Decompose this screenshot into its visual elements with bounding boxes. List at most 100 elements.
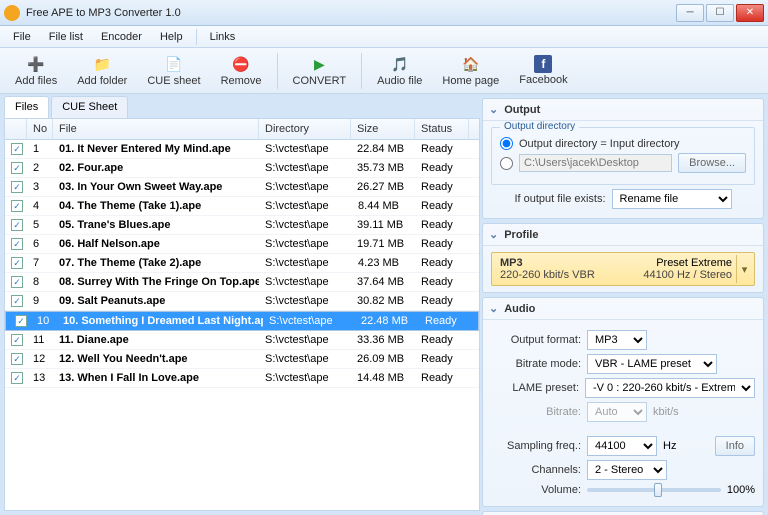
table-row[interactable]: ✓707. The Theme (Take 2).apeS:\vctest\ap… xyxy=(5,254,479,273)
row-status: Ready xyxy=(415,236,469,252)
row-size: 19.71 MB xyxy=(351,236,415,252)
remove-label: Remove xyxy=(221,75,262,87)
facebook-button[interactable]: fFacebook xyxy=(510,51,576,91)
table-row[interactable]: ✓606. Half Nelson.apeS:\vctest\ape19.71 … xyxy=(5,235,479,254)
volume-slider[interactable] xyxy=(587,488,721,492)
audio-header[interactable]: ⌄Audio xyxy=(483,298,763,320)
row-checkbox[interactable]: ✓ xyxy=(5,179,27,196)
sampling-label: Sampling freq.: xyxy=(491,440,581,452)
row-no: 3 xyxy=(27,179,53,195)
add-folder-icon: 📁 xyxy=(92,54,112,74)
menu-encoder[interactable]: Encoder xyxy=(92,28,151,46)
output-custom-radio[interactable] xyxy=(500,157,513,170)
file-grid[interactable]: No File Directory Size Status ✓101. It N… xyxy=(4,118,480,511)
row-checkbox[interactable]: ✓ xyxy=(5,217,27,234)
table-row[interactable]: ✓505. Trane's Blues.apeS:\vctest\ape39.1… xyxy=(5,216,479,235)
row-file: 07. The Theme (Take 2).ape xyxy=(53,255,259,271)
tab-cue-sheet[interactable]: CUE Sheet xyxy=(51,96,128,118)
menu-links[interactable]: Links xyxy=(201,28,245,46)
row-size: 26.27 MB xyxy=(351,179,415,195)
home-page-button[interactable]: 🏠Home page xyxy=(433,51,508,91)
table-row[interactable]: ✓1212. Well You Needn't.apeS:\vctest\ape… xyxy=(5,350,479,369)
row-no: 12 xyxy=(27,351,53,367)
table-row[interactable]: ✓101. It Never Entered My Mind.apeS:\vct… xyxy=(5,140,479,159)
row-checkbox[interactable]: ✓ xyxy=(5,274,27,291)
window-title: Free APE to MP3 Converter 1.0 xyxy=(26,7,676,19)
table-row[interactable]: ✓303. In Your Own Sweet Way.apeS:\vctest… xyxy=(5,178,479,197)
row-checkbox[interactable]: ✓ xyxy=(5,236,27,253)
row-checkbox[interactable]: ✓ xyxy=(5,141,27,158)
close-button[interactable]: ✕ xyxy=(736,4,764,22)
profile-sample: 44100 Hz / Stereo xyxy=(643,269,732,281)
home-page-label: Home page xyxy=(442,75,499,87)
slider-thumb[interactable] xyxy=(654,483,662,497)
row-file: 05. Trane's Blues.ape xyxy=(53,217,259,233)
menu-file[interactable]: File xyxy=(4,28,40,46)
table-row[interactable]: ✓1313. When I Fall In Love.apeS:\vctest\… xyxy=(5,369,479,388)
volume-label: Volume: xyxy=(491,484,581,496)
remove-icon: ⛔ xyxy=(231,54,251,74)
row-size: 37.64 MB xyxy=(351,274,415,290)
channels-select[interactable]: 2 - Stereo xyxy=(587,460,667,480)
bitrate-select: Auto xyxy=(587,402,647,422)
row-checkbox[interactable]: ✓ xyxy=(5,332,27,349)
minimize-button[interactable]: ─ xyxy=(676,4,704,22)
row-checkbox[interactable]: ✓ xyxy=(9,313,31,330)
convert-button[interactable]: ▶CONVERT xyxy=(284,51,356,91)
row-file: 04. The Theme (Take 1).ape xyxy=(53,198,259,214)
cue-sheet-button[interactable]: 📄CUE sheet xyxy=(138,51,209,91)
table-row[interactable]: ✓909. Salt Peanuts.apeS:\vctest\ape30.82… xyxy=(5,292,479,311)
profile-dropdown-icon[interactable]: ▾ xyxy=(736,255,752,283)
row-checkbox[interactable]: ✓ xyxy=(5,370,27,387)
col-no[interactable]: No xyxy=(27,119,53,139)
row-checkbox[interactable]: ✓ xyxy=(5,351,27,368)
add-folder-button[interactable]: 📁Add folder xyxy=(68,51,136,91)
audio-title: Audio xyxy=(504,303,535,315)
maximize-button[interactable]: ☐ xyxy=(706,4,734,22)
facebook-label: Facebook xyxy=(519,74,567,86)
row-checkbox[interactable]: ✓ xyxy=(5,198,27,215)
col-check[interactable] xyxy=(5,119,27,139)
menu-filelist[interactable]: File list xyxy=(40,28,92,46)
bitrate-mode-select[interactable]: VBR - LAME preset xyxy=(587,354,717,374)
output-eq-input-radio[interactable] xyxy=(500,137,513,150)
audio-file-button[interactable]: 🎵Audio file xyxy=(368,51,431,91)
add-files-button[interactable]: ➕Add files xyxy=(6,51,66,91)
info-button[interactable]: Info xyxy=(715,436,755,456)
left-tabs: Files CUE Sheet xyxy=(4,96,480,118)
row-directory: S:\vctest\ape xyxy=(263,313,355,329)
col-file[interactable]: File xyxy=(53,119,259,139)
table-row[interactable]: ✓202. Four.apeS:\vctest\ape35.73 MBReady xyxy=(5,159,479,178)
col-status[interactable]: Status xyxy=(415,119,469,139)
output-dir-legend: Output directory xyxy=(500,121,579,132)
browse-button[interactable]: Browse... xyxy=(678,153,746,173)
exists-select[interactable]: Rename file xyxy=(612,189,732,209)
table-row[interactable]: ✓1111. Diane.apeS:\vctest\ape33.36 MBRea… xyxy=(5,331,479,350)
remove-button[interactable]: ⛔Remove xyxy=(212,51,271,91)
profile-header[interactable]: ⌄Profile xyxy=(483,224,763,246)
table-row[interactable]: ✓404. The Theme (Take 1).apeS:\vctest\ap… xyxy=(5,197,479,216)
table-row[interactable]: ✓808. Surrey With The Fringe On Top.apeS… xyxy=(5,273,479,292)
row-size: 14.48 MB xyxy=(351,370,415,386)
row-checkbox[interactable]: ✓ xyxy=(5,160,27,177)
output-header[interactable]: ⌄Output xyxy=(483,99,763,121)
menu-help[interactable]: Help xyxy=(151,28,192,46)
profile-selector[interactable]: MP3Preset Extreme 220-260 kbit/s VBR4410… xyxy=(491,252,755,286)
menu-bar: File File list Encoder Help Links xyxy=(0,26,768,48)
row-checkbox[interactable]: ✓ xyxy=(5,255,27,272)
col-directory[interactable]: Directory xyxy=(259,119,351,139)
row-file: 06. Half Nelson.ape xyxy=(53,236,259,252)
row-no: 6 xyxy=(27,236,53,252)
sampling-select[interactable]: 44100 xyxy=(587,436,657,456)
profile-name: MP3 xyxy=(500,257,523,269)
table-row[interactable]: ✓1010. Something I Dreamed Last Night.ap… xyxy=(5,311,479,331)
output-format-select[interactable]: MP3 xyxy=(587,330,647,350)
lame-preset-select[interactable]: -V 0 : 220-260 kbit/s - Extreme xyxy=(585,378,755,398)
row-no: 2 xyxy=(27,160,53,176)
additional-panel: ⌄Additional settings xyxy=(482,511,764,515)
col-size[interactable]: Size xyxy=(351,119,415,139)
row-checkbox[interactable]: ✓ xyxy=(5,293,27,310)
tab-files[interactable]: Files xyxy=(4,96,49,118)
row-directory: S:\vctest\ape xyxy=(259,141,351,157)
row-status: Ready xyxy=(415,141,469,157)
